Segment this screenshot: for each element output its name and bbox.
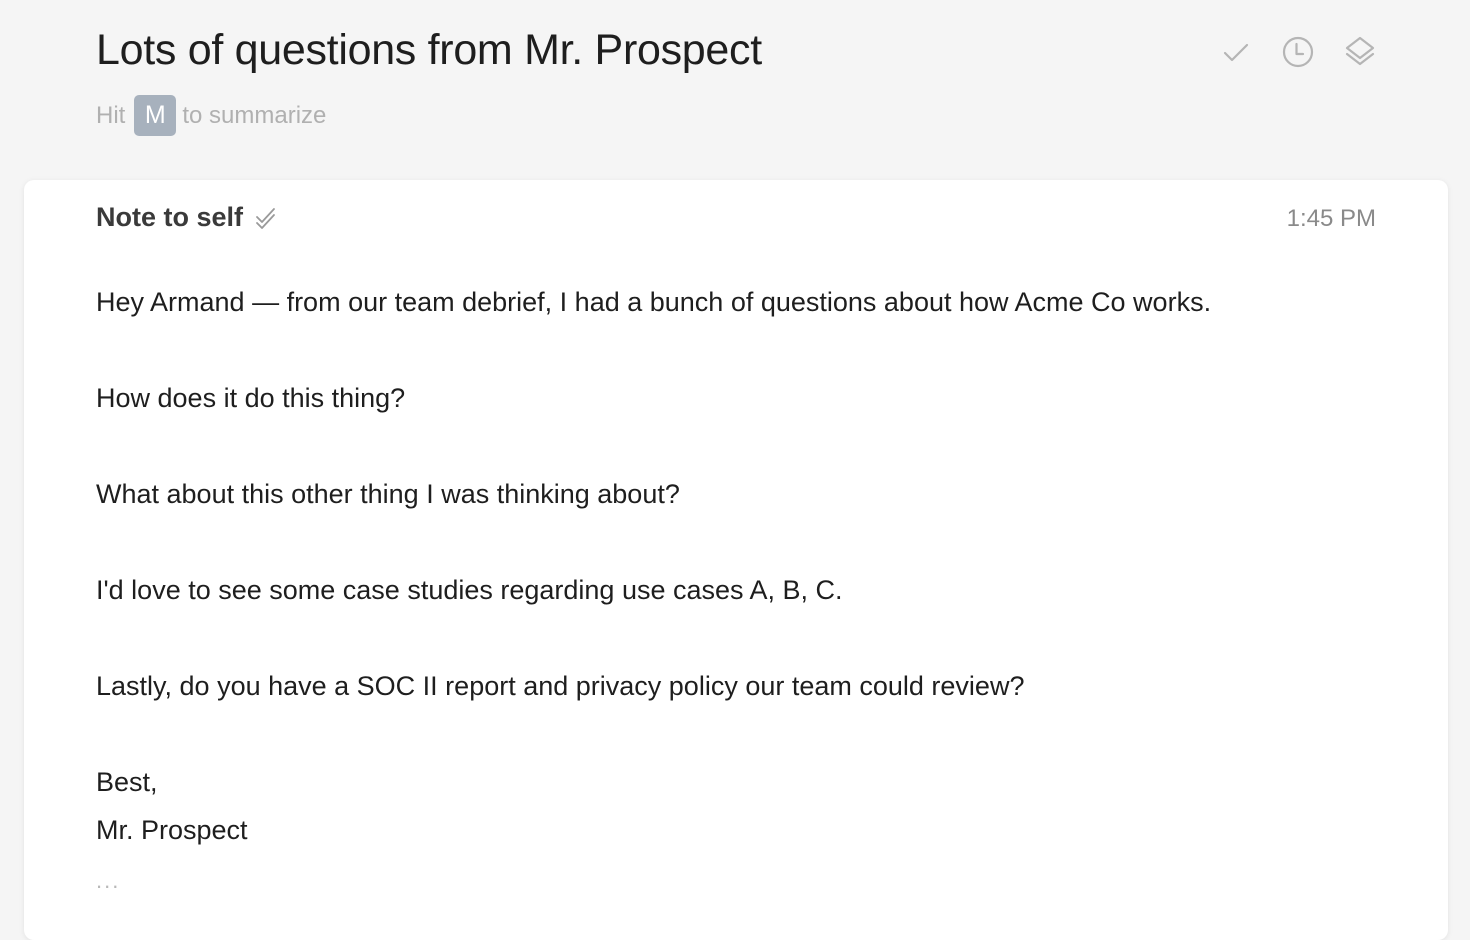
message-paragraph: I'd love to see some case studies regard…: [96, 575, 843, 605]
message-header: Lots of questions from Mr. Prospect Hit …: [0, 0, 1470, 180]
message-paragraph: How does it do this thing?: [96, 383, 406, 413]
checkmark-icon: [1223, 43, 1249, 62]
message-body: Hey Armand — from our team debrief, I ha…: [96, 278, 1386, 854]
remind-me-button[interactable]: [1280, 34, 1316, 70]
show-trimmed-content-button[interactable]: ...: [96, 868, 120, 894]
message-paragraph: Hey Armand — from our team debrief, I ha…: [96, 287, 1212, 317]
double-check-icon: [256, 207, 275, 229]
message-time: 1:45 PM: [1286, 205, 1376, 232]
shortcut-key-badge[interactable]: M: [134, 95, 177, 136]
thread-title: Lots of questions from Mr. Prospect: [96, 26, 762, 74]
summarize-hint: Hit M to summarize: [96, 95, 326, 136]
message-signoff: Best,: [96, 767, 158, 797]
message-paragraph: What about this other thing I was thinki…: [96, 479, 680, 509]
sender-name: Note to self: [96, 202, 244, 232]
thread-actions: [1218, 34, 1378, 70]
layers-icon: [1345, 36, 1375, 66]
message-card: Note to self 1:45 PM Hey Armand — from o…: [24, 180, 1448, 940]
sender: Note to self: [96, 202, 277, 233]
message-meta: Note to self 1:45 PM: [96, 202, 1376, 236]
clock-icon: [1282, 36, 1314, 68]
move-to-button[interactable]: [1342, 34, 1378, 70]
done-button[interactable]: [1218, 34, 1254, 70]
hint-suffix: to summarize: [182, 101, 327, 129]
message-paragraph: Lastly, do you have a SOC II report and …: [96, 671, 1025, 701]
message-signature: Mr. Prospect: [96, 815, 248, 845]
hint-prefix: Hit: [96, 101, 126, 129]
